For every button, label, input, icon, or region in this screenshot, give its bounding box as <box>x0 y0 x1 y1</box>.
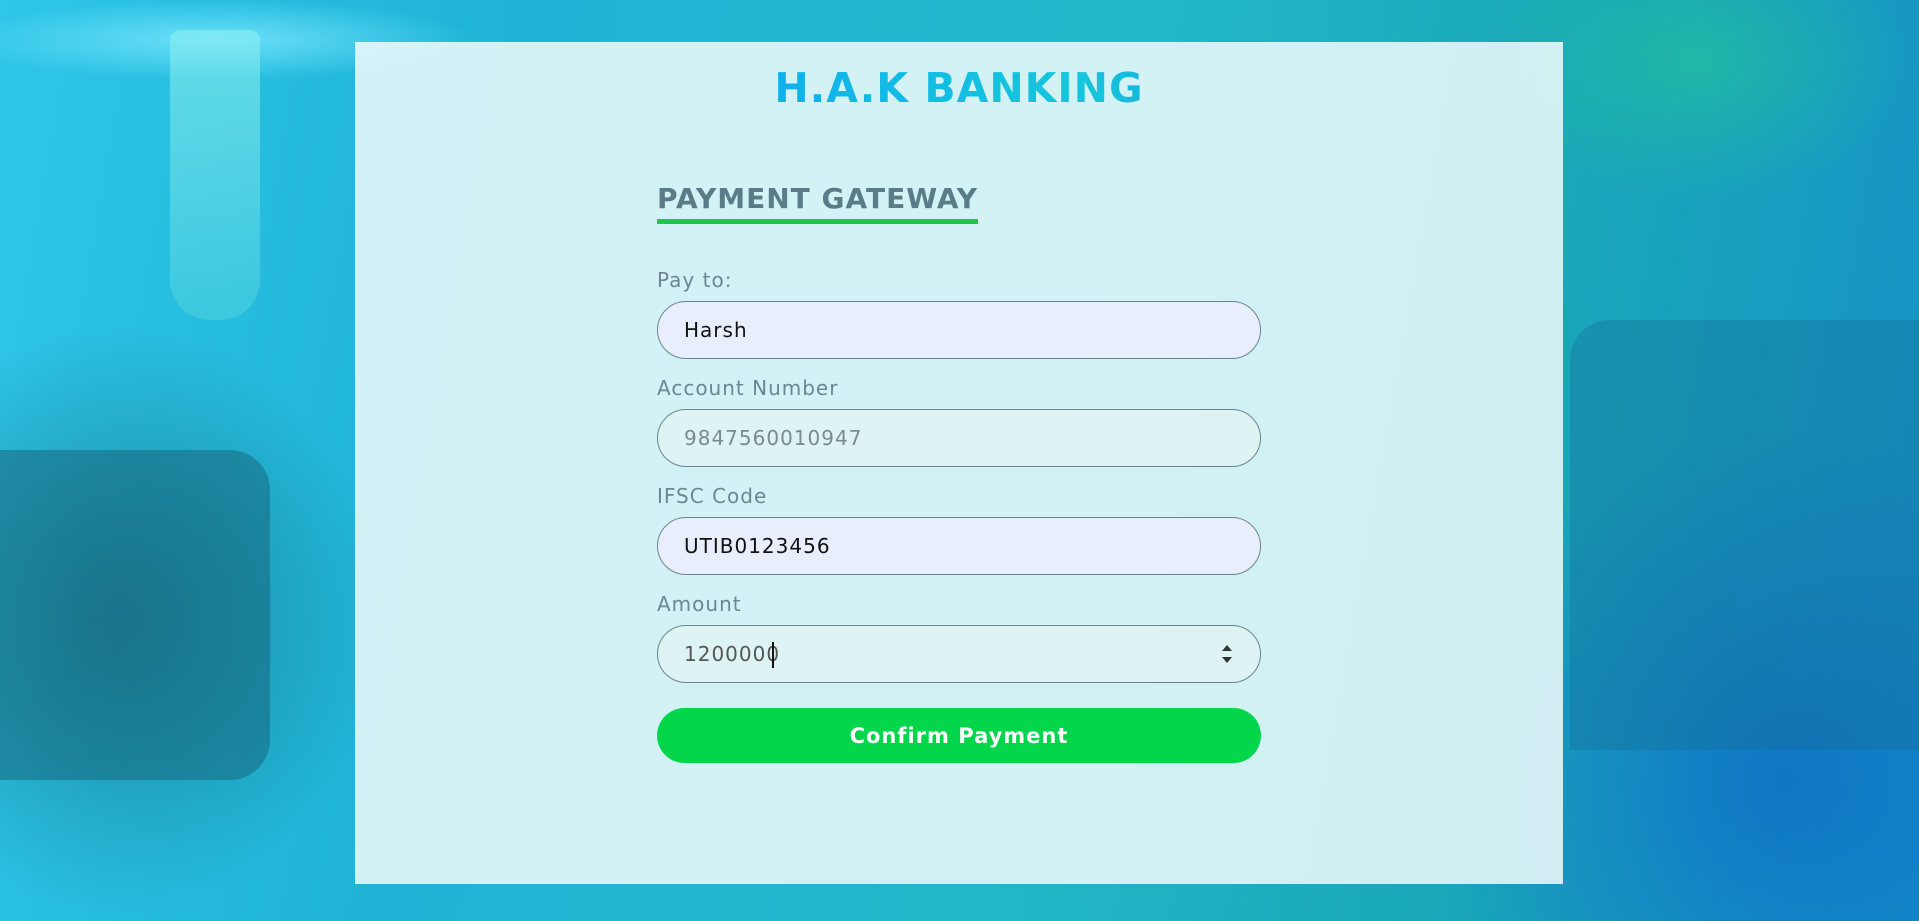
account-number-label: Account Number <box>657 376 839 400</box>
text-cursor <box>772 642 774 668</box>
amount-field: Amount <box>657 592 1261 683</box>
ifsc-code-field: IFSC Code <box>657 484 1261 575</box>
background-sofa <box>1570 320 1919 750</box>
number-spinner-icon[interactable] <box>1222 643 1232 667</box>
amount-input-wrap <box>657 625 1261 683</box>
account-number-field: Account Number <box>657 376 1261 467</box>
brand-logo-text: H.A.K BANKING <box>355 64 1563 112</box>
payment-form: PAYMENT GATEWAY Pay to: Account Number I… <box>657 182 1261 763</box>
background-lamp <box>170 30 260 320</box>
ifsc-code-label: IFSC Code <box>657 484 768 508</box>
ifsc-code-input[interactable] <box>658 518 1260 574</box>
pay-to-input-wrap <box>657 301 1261 359</box>
payment-card: H.A.K BANKING PAYMENT GATEWAY Pay to: Ac… <box>355 42 1563 884</box>
amount-label: Amount <box>657 592 742 616</box>
pay-to-field: Pay to: <box>657 268 1261 359</box>
page-title: PAYMENT GATEWAY <box>657 182 979 224</box>
spinner-up-icon[interactable] <box>1222 645 1232 651</box>
account-number-input[interactable] <box>658 410 1260 466</box>
background-chair <box>0 450 270 780</box>
spinner-down-icon[interactable] <box>1222 657 1232 663</box>
confirm-payment-button[interactable]: Confirm Payment <box>657 708 1261 763</box>
amount-input[interactable] <box>658 626 1260 682</box>
pay-to-input[interactable] <box>658 302 1260 358</box>
ifsc-code-input-wrap <box>657 517 1261 575</box>
account-number-input-wrap <box>657 409 1261 467</box>
pay-to-label: Pay to: <box>657 268 733 292</box>
